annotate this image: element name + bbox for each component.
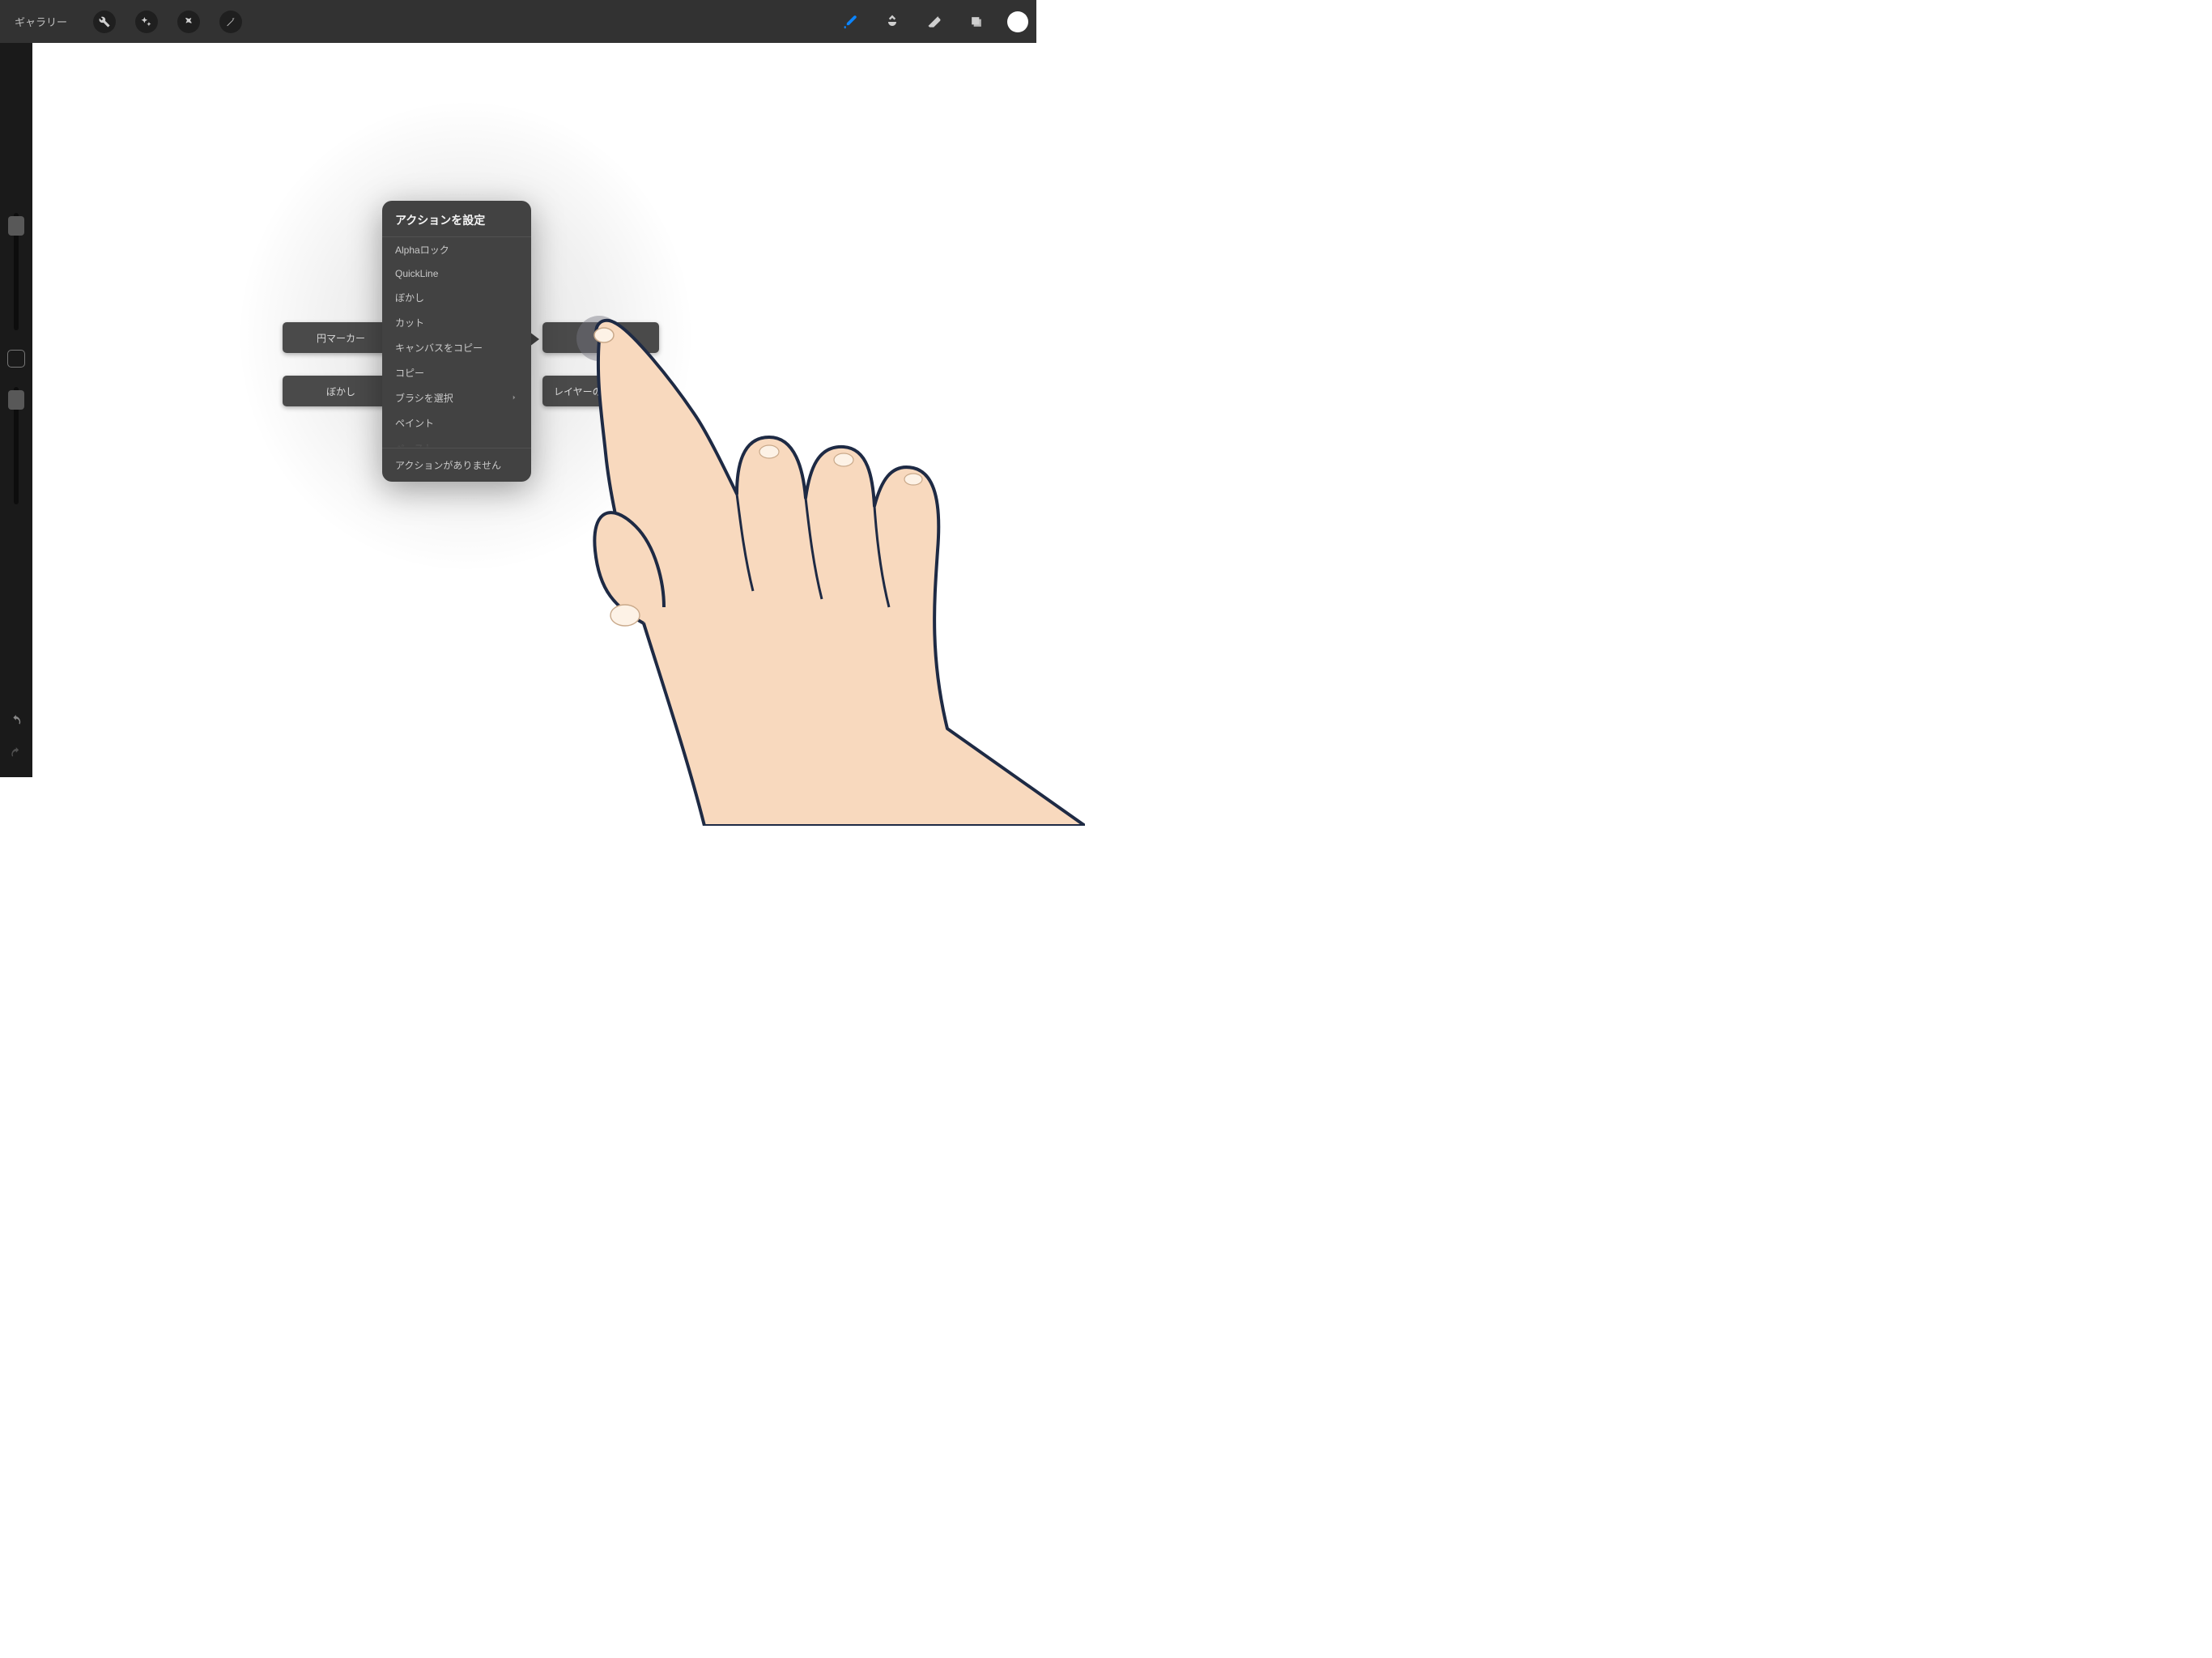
action-item-label: キャンバスをコピー [395,341,483,355]
top-toolbar: ギャラリー [0,0,1036,43]
action-item[interactable]: キャンバスをコピー [382,335,531,360]
redo-icon[interactable] [8,745,24,761]
popover-list[interactable]: Alphaロック QuickLine ぼかし カット キャンバスをコピー コピー… [382,237,531,448]
popover-title: アクションを設定 [382,201,531,237]
action-item-label: コピー [395,366,424,380]
action-item-label: QuickLine [395,268,438,279]
canvas[interactable] [32,53,1036,777]
actions-icon[interactable] [93,11,116,33]
brush-size-thumb[interactable] [8,216,24,236]
gallery-button[interactable]: ギャラリー [8,11,74,32]
action-item-label: ペイント [395,416,434,430]
action-item[interactable]: ぼかし [382,285,531,310]
undo-icon[interactable] [8,712,24,729]
undo-redo-group [8,712,24,761]
brush-icon[interactable] [839,11,861,33]
action-item[interactable]: ブラシを選択 [382,385,531,410]
toolbar-right-group [839,11,1028,33]
action-item-label: Alphaロック [395,243,449,257]
smudge-icon[interactable] [881,11,904,33]
opacity-thumb[interactable] [8,390,24,410]
action-item-label: ペースト [395,441,433,448]
action-item[interactable]: コピー [382,360,531,385]
action-item[interactable]: ペースト [382,436,531,448]
quickmenu-slot-bottom-right[interactable]: レイヤーの [542,376,659,406]
selection-icon[interactable] [177,11,200,33]
chevron-right-icon [510,393,518,404]
action-select-popover: アクションを設定 Alphaロック QuickLine ぼかし カット キャンバ… [382,201,531,482]
quickmenu-label: レイヤーの [554,385,602,398]
adjust-icon[interactable] [135,11,158,33]
action-item[interactable]: QuickLine [382,262,531,285]
action-item[interactable]: ペイント [382,410,531,436]
action-item[interactable]: Alphaロック [382,237,531,262]
action-item[interactable]: カット [382,310,531,335]
brush-size-slider[interactable] [14,213,19,330]
quickmenu-slot-top-right[interactable] [542,322,659,353]
left-sidebar [0,43,32,777]
opacity-slider[interactable] [14,387,19,504]
quickmenu-label: ぼかし [326,385,355,398]
action-item-label: カット [395,316,424,329]
action-item-label: ぼかし [395,291,424,304]
quickmenu-label: 円マーカー [317,331,365,345]
toolbar-left-group: ギャラリー [8,11,242,33]
layers-icon[interactable] [965,11,988,33]
color-picker-icon[interactable] [1007,11,1028,32]
popover-footer-no-action[interactable]: アクションがありません [382,448,531,482]
transform-icon[interactable] [219,11,242,33]
modify-button[interactable] [7,350,25,368]
action-item-label: ブラシを選択 [395,391,453,405]
eraser-icon[interactable] [923,11,946,33]
